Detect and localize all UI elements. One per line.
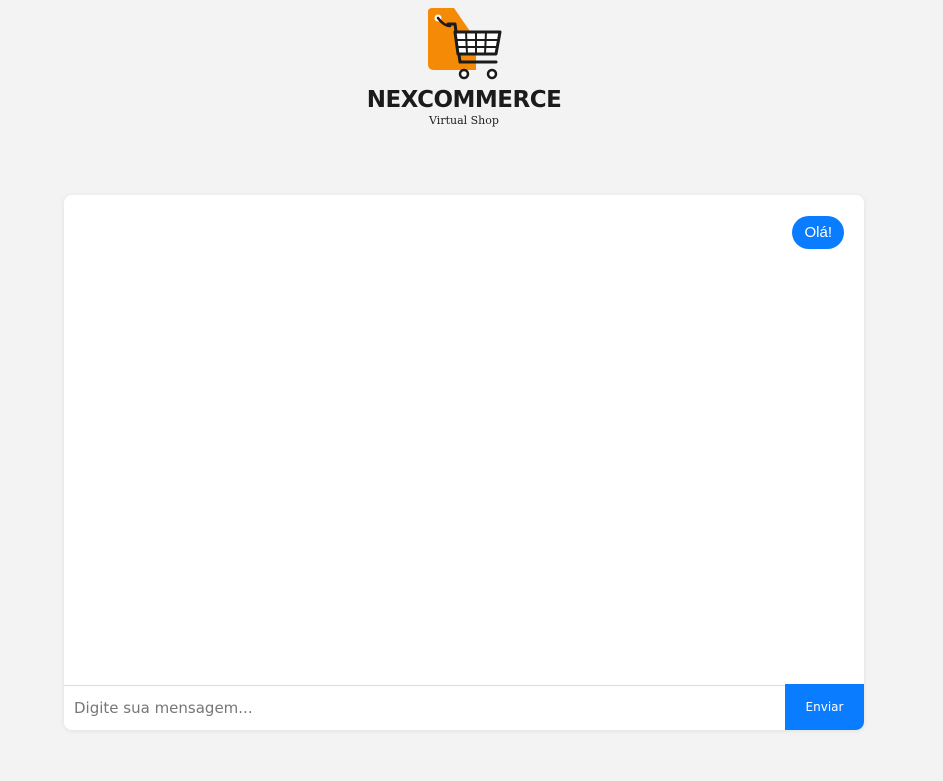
brand-tagline: Virtual Shop (429, 114, 499, 127)
message-list[interactable]: Olá! (64, 195, 864, 685)
user-message-bubble: Olá! (792, 216, 844, 249)
message-input[interactable] (64, 686, 785, 730)
brand-name: NEXCOMMERCE (366, 87, 562, 113)
chat-window: Olá! Enviar (64, 195, 864, 730)
brand-logo[interactable]: NEXCOMMERCE Virtual Shop (364, 4, 564, 130)
header: NEXCOMMERCE Virtual Shop (0, 0, 943, 140)
shopping-cart-tag-icon (428, 8, 502, 80)
send-button[interactable]: Enviar (785, 684, 864, 730)
message-composer: Enviar (64, 684, 864, 730)
